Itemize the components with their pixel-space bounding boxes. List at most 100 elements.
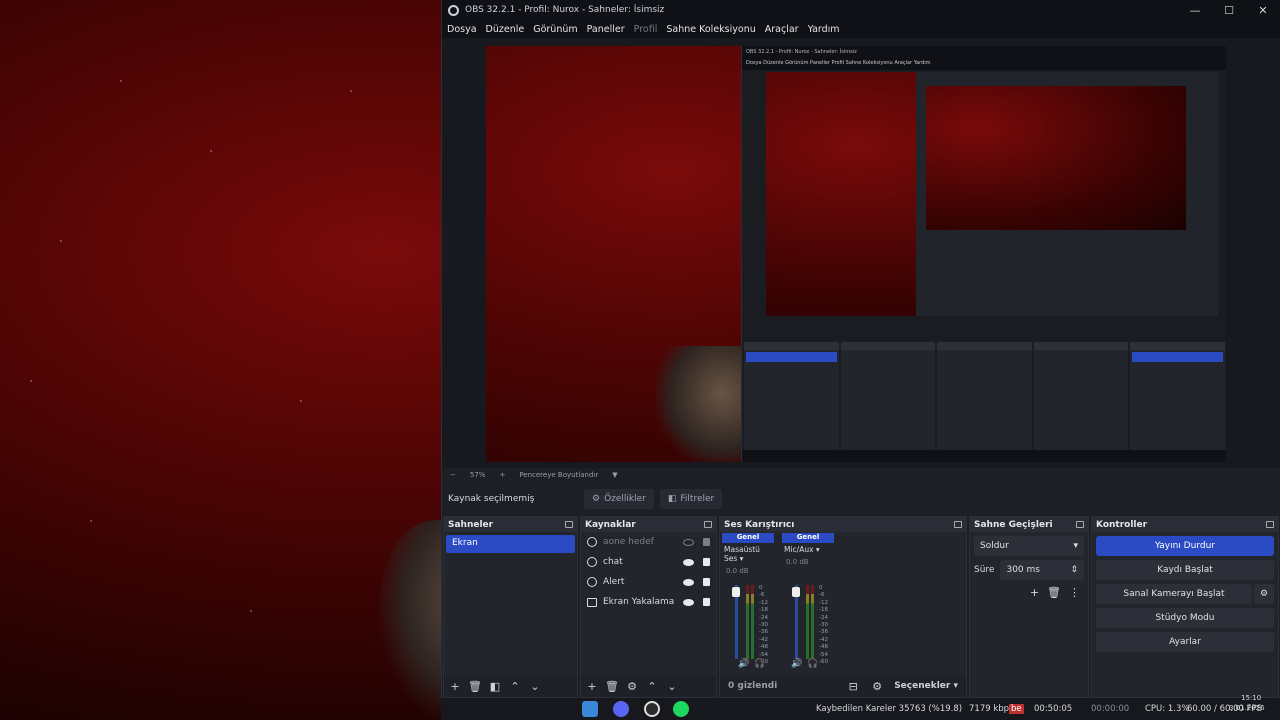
- menu-profile[interactable]: Profil: [634, 24, 658, 35]
- zoom-mode[interactable]: Pencereye Boyutlandır: [519, 471, 598, 479]
- channel-group-label: Genel: [782, 533, 834, 543]
- volume-fader-knob[interactable]: [792, 587, 800, 597]
- move-down-icon[interactable]: ⌄: [665, 680, 679, 693]
- source-item[interactable]: aone hedef: [581, 532, 716, 552]
- dropped-frames: Kaybedilen Kareler 35763 (%19.8): [816, 704, 963, 714]
- maximize-button[interactable]: ☐: [1212, 0, 1246, 20]
- advanced-audio-icon[interactable]: ⚙: [870, 680, 884, 693]
- nested-obs-capture: OBS 32.2.1 - Profil: Nurox - Sahneler: İ…: [741, 46, 1226, 462]
- undock-icon[interactable]: [1076, 521, 1084, 528]
- remove-source-icon[interactable]: 🗑: [605, 680, 619, 693]
- start-virtual-camera-button[interactable]: Sanal Kamerayı Başlat: [1096, 584, 1252, 604]
- discord-icon[interactable]: [613, 701, 629, 717]
- duration-spinbox[interactable]: 300 ms ⇕: [1000, 560, 1084, 580]
- scene-item-ekran[interactable]: Ekran: [446, 535, 575, 553]
- meter-tick-label: 0: [759, 585, 763, 591]
- visibility-off-icon[interactable]: [683, 538, 694, 546]
- scene-filters-icon[interactable]: ◧: [488, 680, 502, 693]
- lock-icon[interactable]: [703, 598, 710, 606]
- source-item[interactable]: Alert: [581, 572, 716, 592]
- channel-volume-db: 0.0 dB: [786, 558, 809, 566]
- menu-scene-collection[interactable]: Sahne Koleksiyonu: [666, 24, 755, 35]
- meter-tick-label: -48: [819, 644, 828, 651]
- menu-help[interactable]: Yardım: [808, 24, 840, 35]
- lock-icon[interactable]: [703, 578, 710, 586]
- move-up-icon[interactable]: ⌃: [645, 680, 659, 693]
- meter-tick-label: -30: [759, 622, 768, 629]
- start-recording-button[interactable]: Kaydı Başlat: [1096, 560, 1274, 580]
- transitions-title: Sahne Geçişleri: [974, 519, 1053, 530]
- move-up-icon[interactable]: ⌃: [508, 680, 522, 693]
- mute-speaker-icon[interactable]: 🔊: [791, 659, 802, 669]
- source-properties-icon[interactable]: ⚙: [625, 680, 639, 693]
- add-transition-icon[interactable]: +: [1030, 586, 1039, 599]
- add-scene-icon[interactable]: +: [448, 680, 462, 693]
- visibility-icon[interactable]: [683, 558, 694, 566]
- virtual-camera-settings-button[interactable]: ⚙: [1254, 584, 1274, 604]
- stream-time: 00:50:05: [1034, 704, 1073, 714]
- stop-streaming-button[interactable]: Yayını Durdur: [1096, 536, 1274, 556]
- undock-icon[interactable]: [565, 521, 573, 528]
- source-item[interactable]: chat: [581, 552, 716, 572]
- monitor-icon[interactable]: 🎧: [754, 659, 765, 669]
- scenes-toolbar: + 🗑 ◧ ⌃ ⌄: [444, 675, 577, 697]
- menu-edit[interactable]: Düzenle: [486, 24, 525, 35]
- add-source-icon[interactable]: +: [585, 680, 599, 693]
- more-options-icon[interactable]: ⋮: [1069, 586, 1080, 599]
- layout-icon[interactable]: ⊟: [846, 680, 860, 693]
- studio-mode-button[interactable]: Stüdyo Modu: [1096, 608, 1274, 628]
- zoom-out-button[interactable]: −: [450, 471, 456, 479]
- menu-file[interactable]: Dosya: [447, 24, 477, 35]
- source-item[interactable]: Ekran Yakalama: [581, 592, 716, 612]
- menu-docks[interactable]: Paneller: [587, 24, 625, 35]
- preview-canvas[interactable]: OBS 32.2.1 - Profil: Nurox - Sahneler: İ…: [486, 46, 1226, 462]
- move-down-icon[interactable]: ⌄: [528, 680, 542, 693]
- preview-area[interactable]: OBS 32.2.1 - Profil: Nurox - Sahneler: İ…: [442, 38, 1280, 468]
- audio-mixer-header: Ses Karıştırıcı: [720, 517, 966, 532]
- title-bar[interactable]: OBS 32.2.1 - Profil: Nurox - Sahneler: İ…: [442, 0, 1280, 20]
- meter-tick-label: -42: [819, 636, 828, 643]
- chevron-down-icon: ▾: [1073, 541, 1078, 551]
- audio-mixer-dock: Ses Karıştırıcı Genel Masaüstü Ses ▾ 0.0…: [719, 516, 967, 698]
- lock-icon[interactable]: [703, 558, 710, 566]
- filters-label: Filtreler: [680, 494, 715, 504]
- filters-button[interactable]: ◧ Filtreler: [659, 489, 723, 509]
- channel-name-dropdown[interactable]: Masaüstü Ses ▾: [722, 543, 774, 565]
- remove-transition-icon[interactable]: 🗑: [1047, 586, 1061, 599]
- record-time: 00:00:00: [1091, 704, 1130, 714]
- meter-tick-label: -18: [819, 607, 828, 614]
- transition-select[interactable]: Soldur ▾: [974, 536, 1084, 556]
- properties-button[interactable]: ⚙ Özellikler: [584, 489, 654, 509]
- docks-area: Sahneler Ekran + 🗑 ◧ ⌃ ⌄ Kaynaklar aone …: [442, 516, 1280, 698]
- scenes-dock: Sahneler Ekran + 🗑 ◧ ⌃ ⌄: [443, 516, 578, 698]
- undock-icon[interactable]: [954, 521, 962, 528]
- taskbar-status-bar: Kaybedilen Kareler 35763 (%19.8) 7179 kb…: [441, 694, 1280, 720]
- minimize-button[interactable]: —: [1178, 0, 1212, 20]
- obs-taskbar-icon[interactable]: [644, 701, 660, 717]
- visibility-icon[interactable]: [683, 578, 694, 586]
- undock-icon[interactable]: [704, 521, 712, 528]
- lock-icon[interactable]: [703, 538, 710, 546]
- volume-fader-knob[interactable]: [732, 587, 740, 597]
- mixer-channel-mic: Genel Mic/Aux ▾ 0.0 dB 0 -6 -12 -18 -24 -30 -3…: [782, 533, 834, 673]
- filter-icon: ◧: [667, 494, 677, 504]
- zoom-mode-caret-icon[interactable]: ▼: [612, 471, 617, 479]
- spin-arrows-icon[interactable]: ⇕: [1070, 565, 1078, 575]
- monitor-icon[interactable]: 🎧: [807, 659, 818, 669]
- close-button[interactable]: ✕: [1246, 0, 1280, 20]
- mute-speaker-icon[interactable]: 🔊: [738, 659, 749, 669]
- windows-start-icon[interactable]: [582, 701, 598, 717]
- spotify-icon[interactable]: [673, 701, 689, 717]
- controls-title: Kontroller: [1096, 519, 1148, 530]
- visibility-icon[interactable]: [683, 598, 694, 606]
- menu-view[interactable]: Görünüm: [533, 24, 577, 35]
- zoom-in-button[interactable]: +: [499, 471, 505, 479]
- undock-icon[interactable]: [1266, 521, 1274, 528]
- channel-name-dropdown[interactable]: Mic/Aux ▾: [782, 543, 834, 556]
- mixer-options-button[interactable]: Seçenekler ▾: [894, 681, 958, 691]
- meter-tick-label: -36: [819, 629, 828, 636]
- remove-scene-icon[interactable]: 🗑: [468, 680, 482, 693]
- scenes-dock-header: Sahneler: [444, 517, 577, 532]
- menu-tools[interactable]: Araçlar: [765, 24, 799, 35]
- settings-button[interactable]: Ayarlar: [1096, 632, 1274, 652]
